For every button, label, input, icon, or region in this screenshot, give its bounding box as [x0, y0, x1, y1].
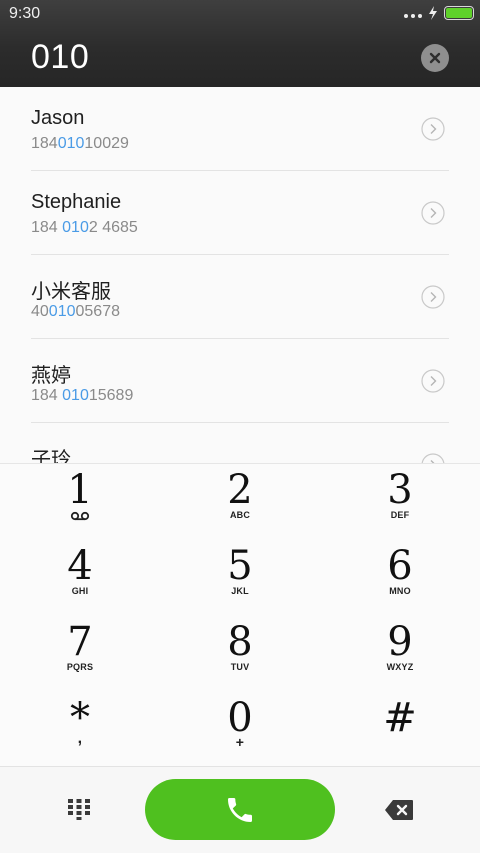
contact-suggestions-list[interactable]: Jason 18401010029 Stephanie 184 0102 468… — [0, 87, 480, 463]
key-letters: TUV — [230, 662, 250, 672]
backspace-icon[interactable] — [384, 799, 414, 821]
contact-row[interactable]: Jason 18401010029 — [31, 87, 449, 171]
contact-name: Stephanie — [31, 191, 122, 213]
contact-number: 184 01015689 — [31, 387, 134, 404]
battery-icon — [444, 6, 474, 20]
contact-name: 小米客服 — [31, 281, 111, 303]
key-8[interactable]: 8 TUV — [160, 616, 320, 692]
contact-detail-icon[interactable] — [421, 369, 445, 393]
key-0[interactable]: 0 + — [160, 692, 320, 768]
key-hash[interactable]: # — [320, 692, 480, 768]
status-time: 9:30 — [9, 5, 41, 22]
call-button[interactable] — [145, 779, 335, 840]
key-letters: PQRS — [66, 662, 94, 672]
dialer-action-bar — [0, 766, 480, 853]
phone-icon — [228, 797, 252, 822]
key-9[interactable]: 9 WXYZ — [320, 616, 480, 692]
key-digit: 9 — [387, 619, 413, 665]
key-digit: 4 — [67, 543, 93, 589]
number-match: 010 — [57, 135, 85, 152]
contact-row[interactable]: 子玲 — [31, 423, 449, 463]
key-digit: 8 — [227, 619, 253, 665]
contact-detail-icon[interactable] — [421, 201, 445, 225]
number-match: 010 — [62, 387, 89, 404]
status-icons — [404, 6, 474, 20]
dialed-number-field[interactable]: 010 — [31, 38, 89, 77]
key-digit: 5 — [227, 543, 253, 589]
key-digit: 6 — [387, 543, 413, 589]
contact-number: 184 0102 4685 — [31, 219, 138, 236]
contact-name: Jason — [31, 107, 85, 129]
status-bar: 9:30 — [0, 0, 480, 28]
contact-row[interactable]: Stephanie 184 0102 4685 — [31, 171, 449, 255]
contact-number: 4001005678 — [31, 303, 120, 320]
contact-row[interactable]: 小米客服 4001005678 — [31, 255, 449, 339]
key-digit: 2 — [227, 467, 253, 513]
key-7[interactable]: 7 PQRS — [0, 616, 160, 692]
key-letters: DEF — [390, 510, 410, 520]
key-5[interactable]: 5 JKL — [160, 540, 320, 616]
key-letters: , — [77, 730, 83, 747]
key-star[interactable]: * , — [0, 692, 160, 768]
clear-button[interactable] — [421, 44, 449, 72]
contact-number: 18401010029 — [31, 135, 129, 152]
key-2[interactable]: 2 ABC — [160, 464, 320, 540]
key-digit: 7 — [67, 619, 93, 665]
key-3[interactable]: 3 DEF — [320, 464, 480, 540]
number-match: 010 — [48, 303, 76, 320]
contact-detail-icon[interactable] — [421, 117, 445, 141]
close-icon — [429, 52, 441, 64]
key-letters: + — [235, 734, 245, 750]
contact-detail-icon[interactable] — [421, 453, 445, 463]
key-letters: MNO — [389, 586, 411, 596]
key-6[interactable]: 6 MNO — [320, 540, 480, 616]
voicemail-icon — [70, 511, 90, 521]
contact-row[interactable]: 燕婷 184 01015689 — [31, 339, 449, 423]
key-digit: # — [383, 695, 417, 741]
key-4[interactable]: 4 GHI — [0, 540, 160, 616]
number-match: 010 — [62, 219, 89, 236]
more-notifications-icon — [404, 14, 422, 18]
contact-name: 燕婷 — [31, 365, 71, 387]
key-letters: WXYZ — [386, 662, 414, 672]
key-digit: 3 — [387, 467, 413, 513]
contact-name: 子玲 — [31, 449, 71, 463]
dialpad-icon[interactable] — [66, 797, 92, 821]
charging-icon — [429, 6, 437, 20]
key-1[interactable]: 1 — [0, 464, 160, 540]
key-letters: JKL — [231, 586, 249, 596]
dialer-header: 9:30 010 — [0, 0, 480, 87]
key-letters: ABC — [229, 510, 251, 520]
contact-detail-icon[interactable] — [421, 285, 445, 309]
dialpad: 1 2 ABC 3 DEF 4 GHI 5 JKL 6 MNO 7 PQRS 8… — [0, 463, 480, 766]
key-letters: GHI — [71, 586, 89, 596]
key-digit: 1 — [67, 467, 93, 513]
